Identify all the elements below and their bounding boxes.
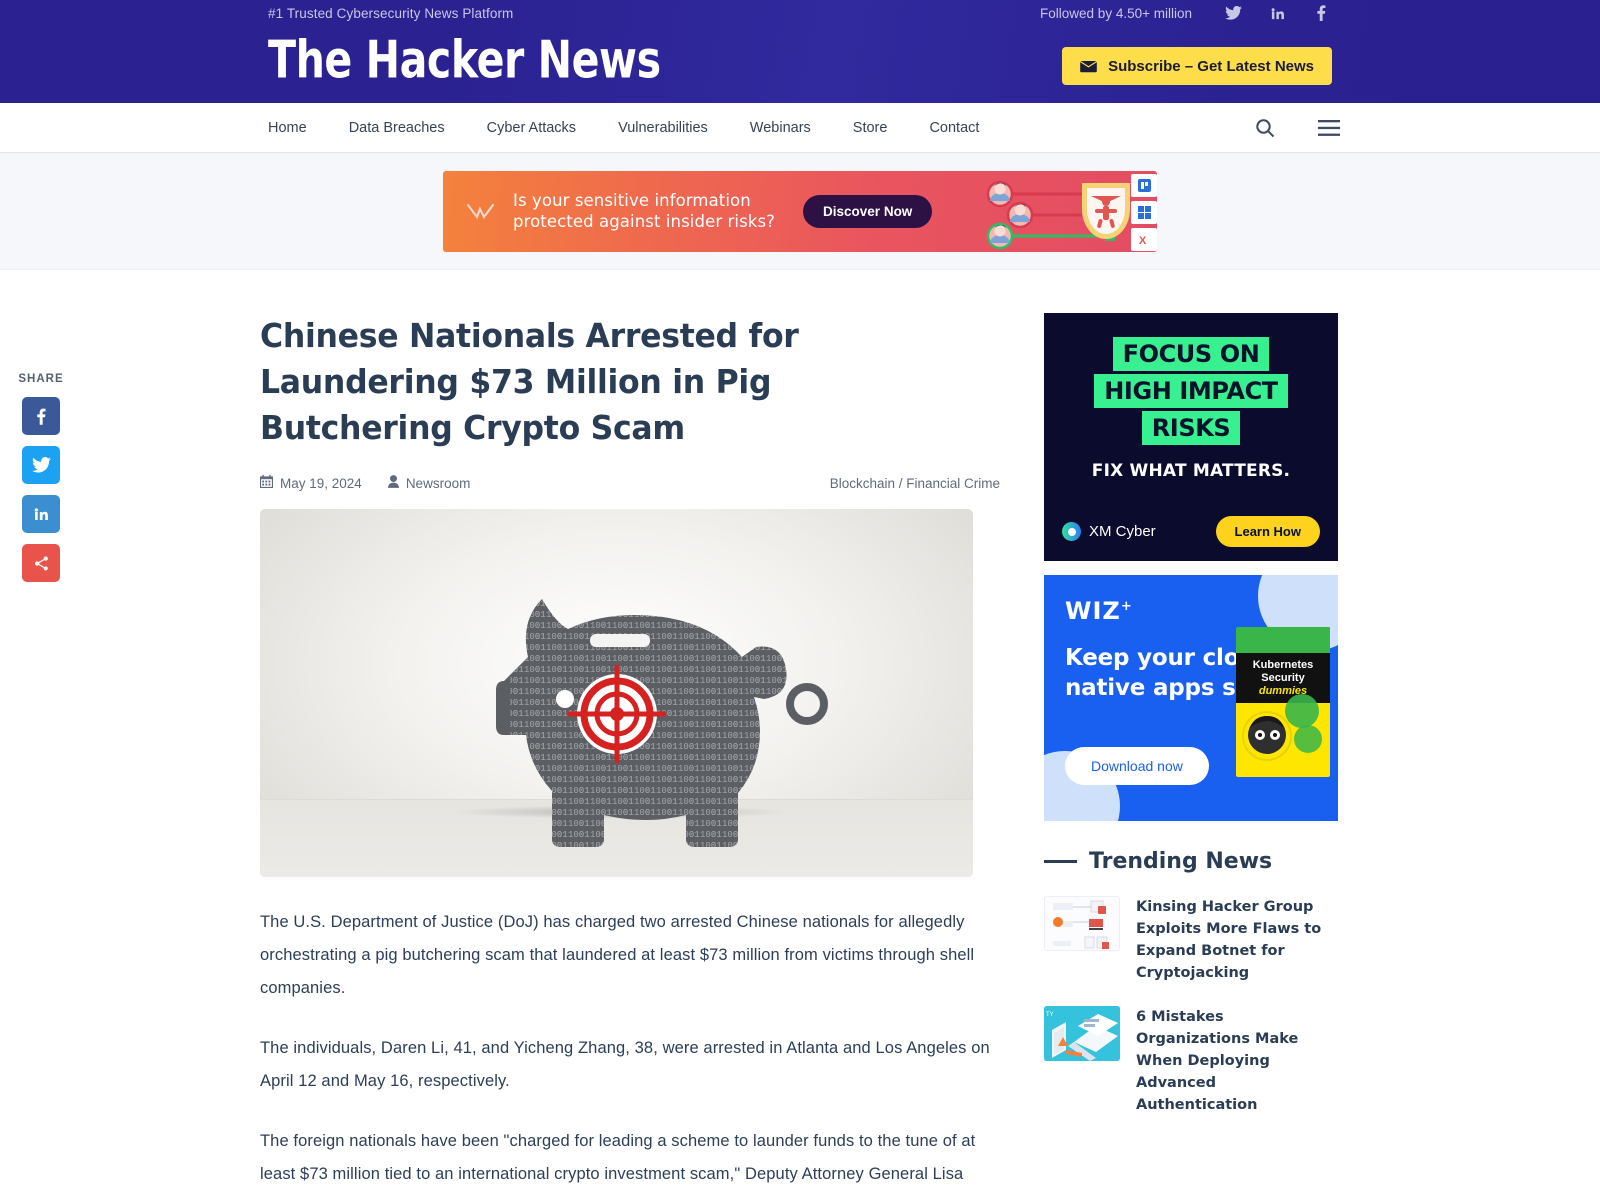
article-paragraph-1: The U.S. Department of Justice (DoJ) has… — [260, 913, 975, 997]
header-social-links — [1224, 2, 1330, 24]
xm-cyber-logo-icon — [1062, 522, 1081, 541]
banner-ad-cta[interactable]: Discover Now — [803, 194, 933, 228]
calendar-icon — [260, 475, 273, 491]
xm-ad-subline: FIX WHAT MATTERS. — [1091, 461, 1291, 481]
nav-item-data-breaches[interactable]: Data Breaches — [349, 120, 445, 136]
xm-ad-line3: RISKS — [1141, 411, 1241, 445]
share-rail: SHARE — [12, 373, 70, 593]
banner-ad-line2: protected against insider risks? — [513, 212, 776, 231]
article-paragraph-2: The individuals, Daren Li, 41, and Yiche… — [260, 1039, 990, 1090]
banner-ad-app-tiles: X — [1131, 173, 1157, 252]
svg-text:TY: TY — [1046, 1012, 1054, 1018]
subscribe-button-label: Subscribe – Get Latest News — [1108, 57, 1314, 75]
facebook-icon[interactable] — [1312, 2, 1330, 24]
trending-item-title: Kinsing Hacker Group Exploits More Flaws… — [1136, 899, 1322, 981]
site-header: #1 Trusted Cybersecurity News Platform F… — [0, 0, 1600, 103]
article-author-text: Newsroom — [405, 475, 471, 491]
xm-ad-cta[interactable]: Learn How — [1215, 516, 1320, 547]
nav-item-vulnerabilities[interactable]: Vulnerabilities — [618, 120, 708, 136]
article-author: Newsroom — [387, 475, 471, 491]
linkedin-icon[interactable] — [1268, 2, 1286, 24]
banner-ad-line1: Is your sensitive information — [513, 191, 751, 210]
article-date-text: May 19, 2024 — [280, 475, 362, 491]
trending-news-heading: Trending News — [1044, 849, 1340, 874]
app-tile-3: X — [1131, 227, 1157, 251]
share-more-button[interactable] — [22, 544, 60, 582]
trending-item-title: 6 Mistakes Organizations Make When Deplo… — [1136, 1009, 1299, 1113]
w-logo-icon — [465, 196, 499, 226]
site-logo[interactable]: The Hacker News — [268, 30, 661, 90]
article-category-link[interactable]: Blockchain / Financial Crime — [830, 476, 1000, 491]
xm-ad-line2: HIGH IMPACT — [1094, 374, 1288, 408]
envelope-icon — [1080, 60, 1097, 73]
banner-ad-artwork — [962, 171, 1157, 252]
nav-item-webinars[interactable]: Webinars — [750, 120, 811, 136]
heading-dash-icon — [1044, 860, 1077, 863]
follower-count: Followed by 4.50+ million — [1040, 6, 1192, 21]
app-tile-2 — [1131, 200, 1157, 224]
share-twitter-button[interactable] — [22, 446, 60, 484]
search-icon[interactable] — [1254, 117, 1276, 139]
svg-text:X: X — [1139, 235, 1147, 246]
article-meta: May 19, 2024 Newsroom Blockchain / Finan… — [260, 475, 1000, 491]
nav-item-cyber-attacks[interactable]: Cyber Attacks — [487, 120, 576, 136]
page-body: SHARE Chinese Nationals Arrested for Lau… — [0, 270, 1600, 1200]
site-tagline: #1 Trusted Cybersecurity News Platform — [268, 6, 514, 21]
wiz-logo-text: WIZ — [1065, 597, 1121, 625]
page-title: Chinese Nationals Arrested for Launderin… — [260, 316, 799, 447]
user-icon — [387, 475, 399, 491]
nav-item-store[interactable]: Store — [853, 120, 888, 136]
trending-news-title: Trending News — [1089, 849, 1273, 874]
trending-thumbnail-1 — [1044, 896, 1120, 951]
wiz-ad-cta[interactable]: Download now — [1065, 747, 1209, 785]
share-rail-label: SHARE — [18, 373, 64, 385]
trending-thumbnail-2: TY — [1044, 1006, 1120, 1061]
quote-text-pre: The foreign nationals have been "charged… — [260, 1132, 976, 1200]
subscribe-button[interactable]: Subscribe – Get Latest News — [1062, 47, 1332, 85]
nav-item-contact[interactable]: Contact — [929, 120, 979, 136]
share-facebook-button[interactable] — [22, 397, 60, 435]
hamburger-menu-icon[interactable] — [1318, 117, 1340, 139]
leaderboard-ad[interactable]: Is your sensitive information protected … — [443, 170, 1157, 252]
share-linkedin-button[interactable] — [22, 495, 60, 533]
sidebar: FOCUS ON HIGH IMPACT RISKS FIX WHAT MATT… — [1044, 313, 1340, 1200]
xm-ad-brand: XM Cyber — [1062, 522, 1156, 541]
article-column: Chinese Nationals Arrested for Launderin… — [260, 313, 1000, 1200]
list-item[interactable]: Kinsing Hacker Group Exploits More Flaws… — [1044, 896, 1340, 984]
nav-item-home[interactable]: Home — [268, 120, 307, 136]
article-date: May 19, 2024 — [260, 475, 362, 491]
wiz-logo: WIZ+ — [1065, 597, 1133, 625]
list-item[interactable]: TY 6 Mistakes Organizations Make When De… — [1044, 1006, 1340, 1116]
twitter-icon[interactable] — [1224, 2, 1242, 24]
xm-ad-line1: FOCUS ON — [1112, 337, 1270, 371]
article-hero-image: 1001 0110 — [260, 509, 973, 877]
xm-ad-brand-label: XM Cyber — [1089, 523, 1156, 540]
main-navigation: Home Data Breaches Cyber Attacks Vulnera… — [0, 103, 1600, 153]
xm-cyber-ad[interactable]: FOCUS ON HIGH IMPACT RISKS FIX WHAT MATT… — [1044, 313, 1338, 561]
article-paragraph-3: The foreign nationals have been "charged… — [260, 1125, 1000, 1200]
app-tile-1 — [1131, 173, 1157, 197]
wiz-ebook-cover: Kubernetes Security dummies — [1236, 627, 1330, 777]
leaderboard-ad-slot: Is your sensitive information protected … — [0, 153, 1600, 270]
wiz-ad[interactable]: WIZ+ Keep your cloud-native apps safe Do… — [1044, 575, 1338, 821]
